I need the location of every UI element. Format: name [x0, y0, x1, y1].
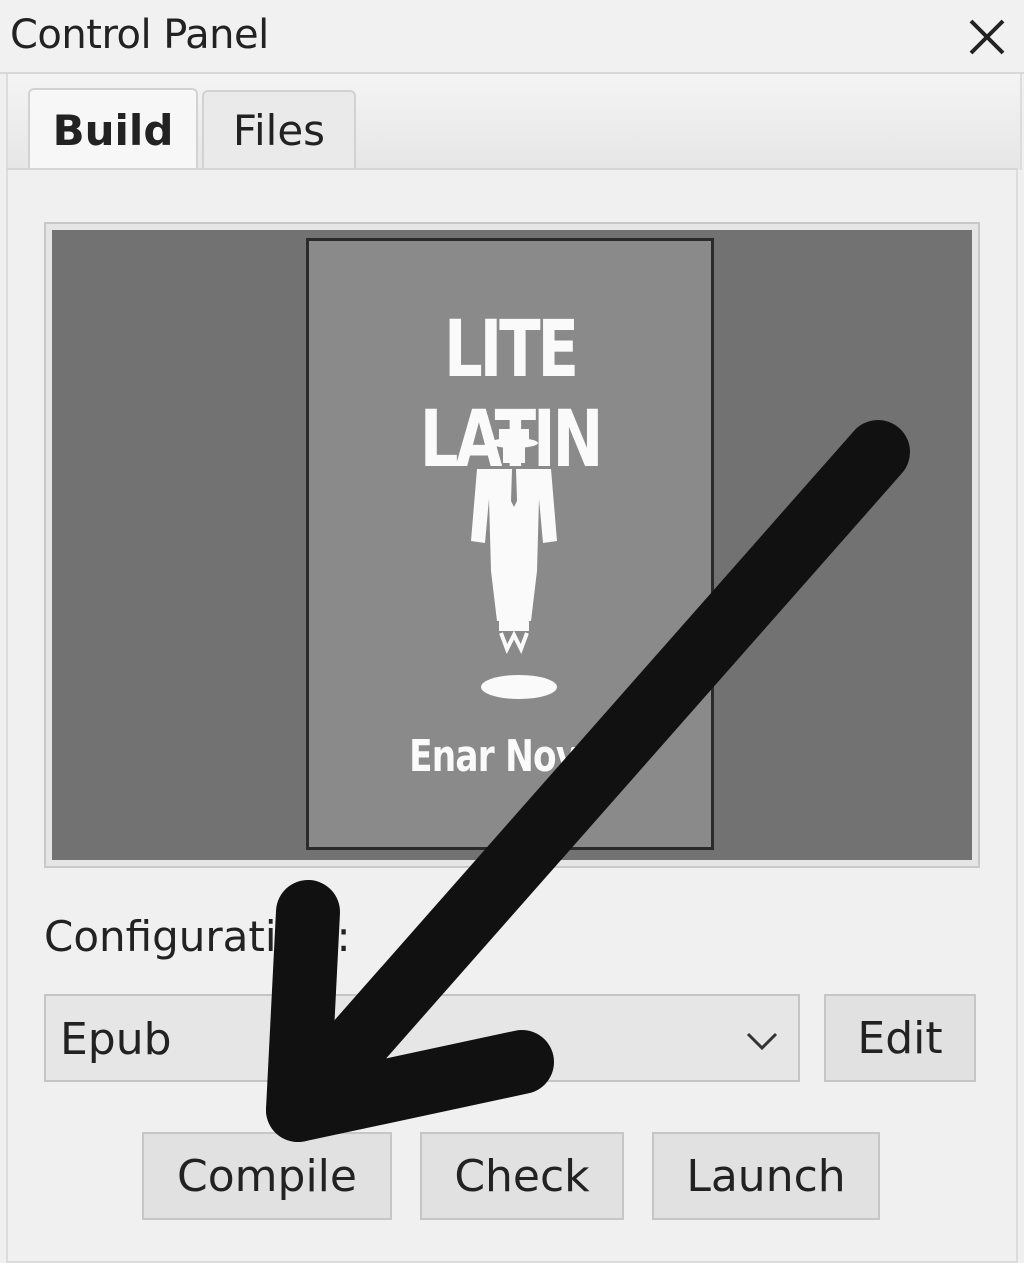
launch-button[interactable]: Launch: [652, 1132, 880, 1220]
window-title: Control Panel: [10, 12, 269, 58]
close-icon: [969, 19, 1005, 55]
close-button[interactable]: [960, 10, 1014, 64]
configuration-selected-value: Epub: [60, 1014, 172, 1065]
cover-author: Enar Novel: [409, 731, 612, 782]
title-bar: Control Panel: [0, 0, 1024, 74]
configuration-label: Configurati:: [44, 912, 351, 961]
book-cover: LITE LATIN Enar Novel: [306, 238, 714, 850]
configuration-label-text: Configurati: [44, 912, 277, 961]
man-in-suit-icon: [471, 429, 557, 699]
tab-files[interactable]: Files: [202, 90, 356, 168]
control-panel-window: Control Panel Build Files LITE LATIN: [0, 0, 1024, 1263]
chevron-down-icon: [746, 1032, 778, 1051]
tab-strip: Build Files: [6, 74, 1022, 170]
edit-button[interactable]: Edit: [824, 994, 976, 1082]
configuration-dropdown[interactable]: Epub: [44, 994, 800, 1082]
tab-build[interactable]: Build: [28, 88, 198, 170]
configuration-label-colon: :: [336, 912, 351, 961]
check-button[interactable]: Check: [420, 1132, 624, 1220]
compile-button[interactable]: Compile: [142, 1132, 392, 1220]
